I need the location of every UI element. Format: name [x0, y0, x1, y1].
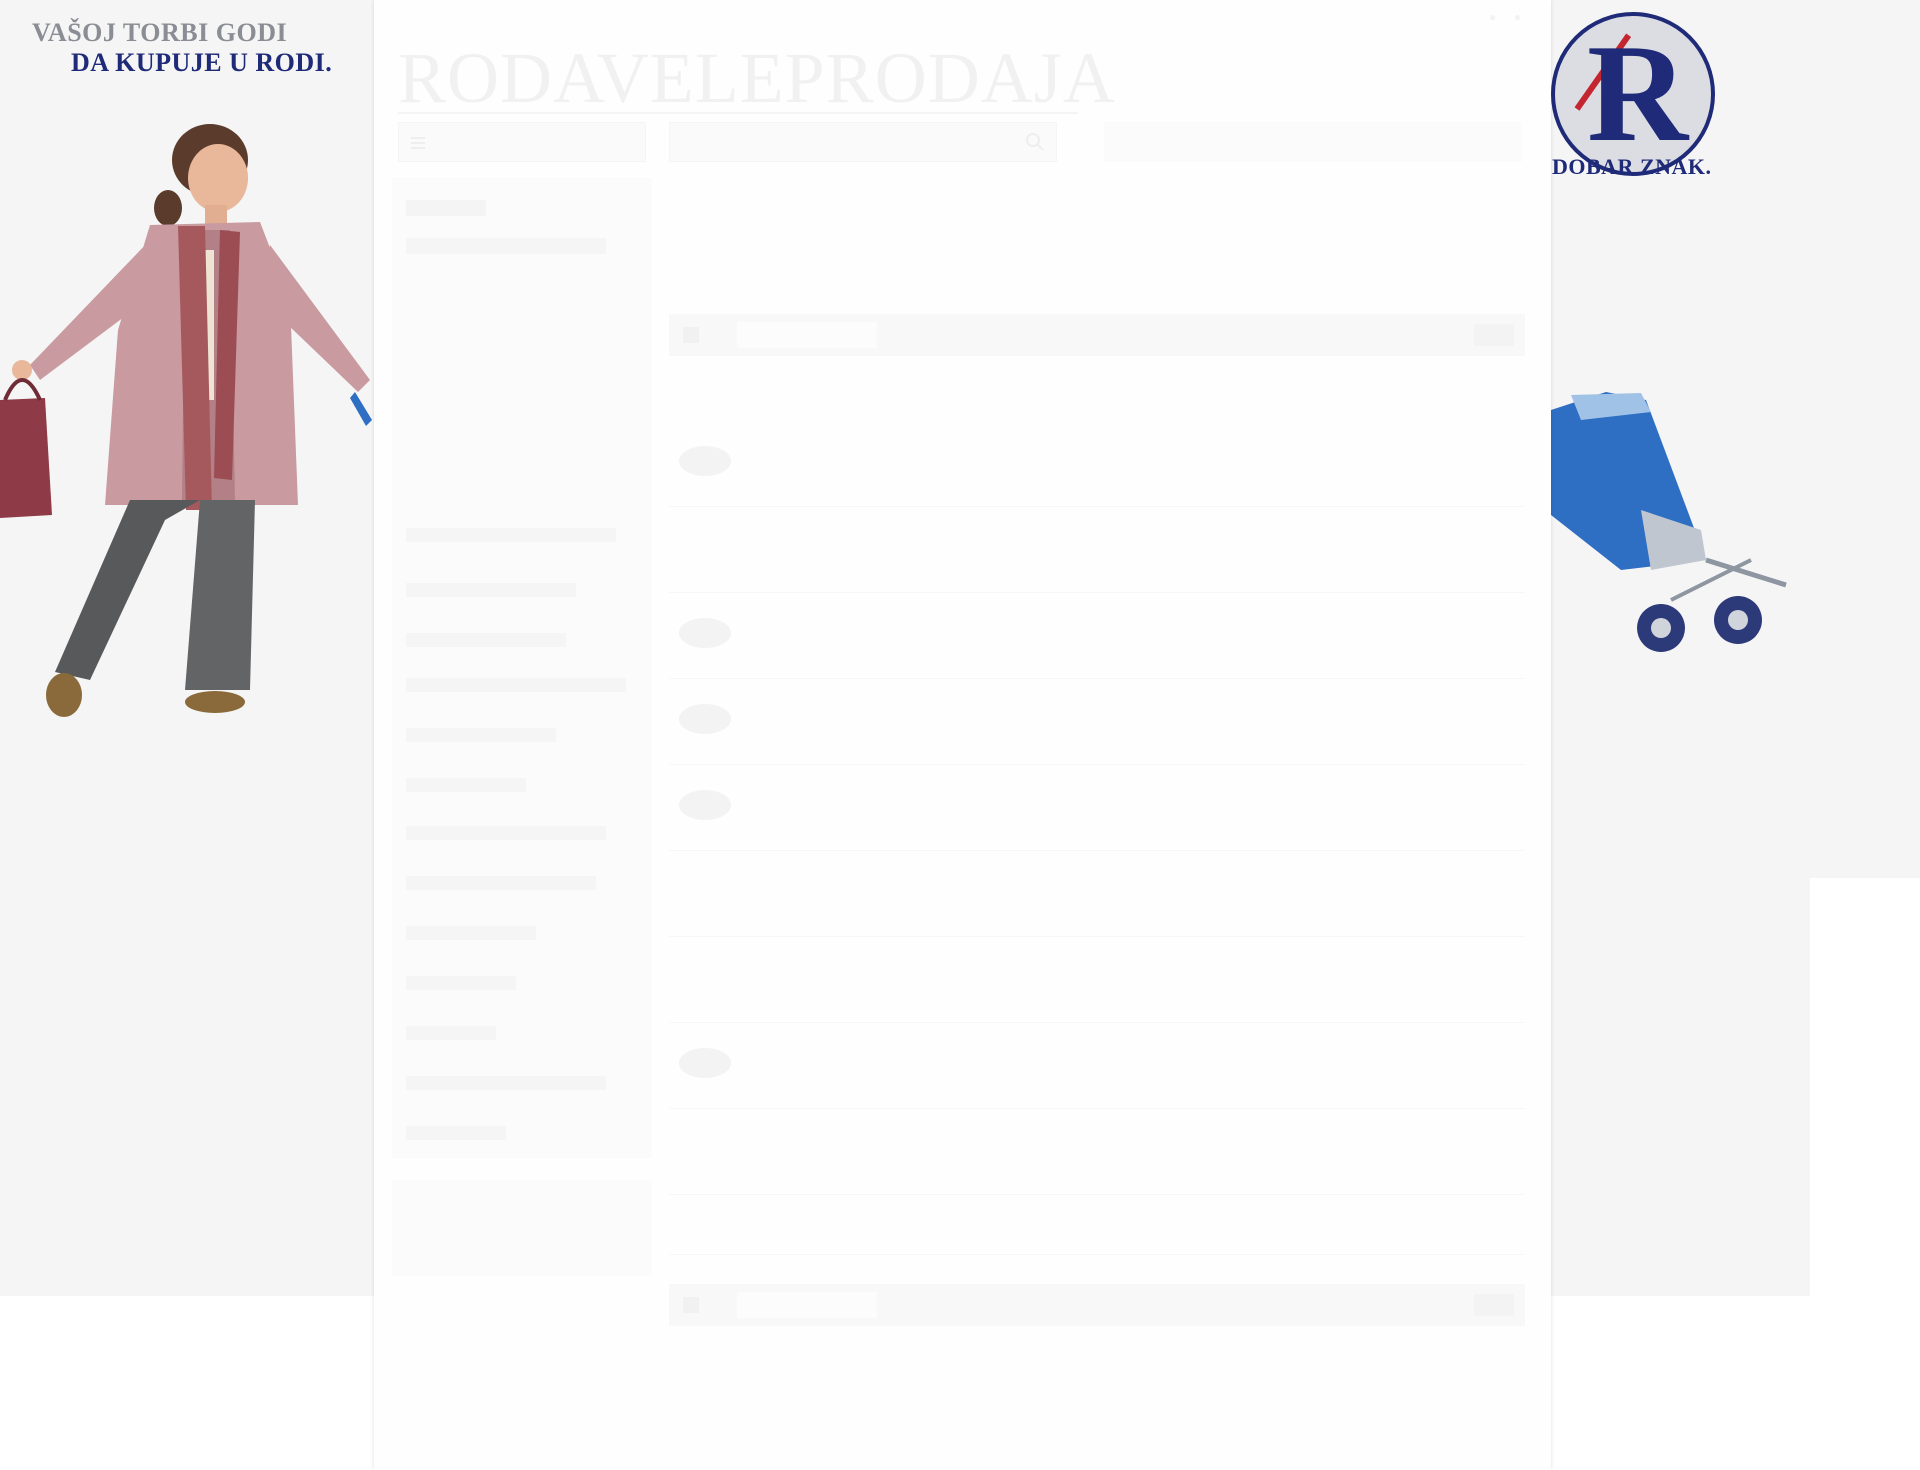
table-row[interactable] — [669, 1194, 1525, 1255]
sidebar-item[interactable] — [406, 633, 566, 647]
menu-icon — [411, 137, 425, 149]
view-toggle-button-bottom[interactable] — [1474, 1294, 1514, 1316]
sidebar-item[interactable] — [406, 826, 606, 840]
left-ad-banner[interactable]: VAŠOJ TORBI GODI DA KUPUJE U RODI. — [0, 0, 373, 730]
header-actions-bar[interactable] — [1104, 122, 1522, 162]
sidebar-item[interactable] — [406, 926, 536, 940]
table-row[interactable] — [669, 592, 1525, 679]
sidebar-heading-placeholder — [406, 200, 486, 216]
product-thumbnail[interactable] — [679, 618, 731, 648]
main-content-column: ● ● RODAVELEPRODAJA — [374, 0, 1551, 1470]
logo-letter: R — [1587, 16, 1689, 171]
sidebar-item[interactable] — [406, 1126, 506, 1140]
category-menu-button[interactable] — [398, 122, 646, 162]
table-row[interactable] — [669, 1022, 1525, 1109]
site-title[interactable]: RODAVELEPRODAJA — [398, 38, 1116, 118]
table-row[interactable] — [669, 420, 1525, 507]
table-row[interactable] — [669, 506, 1525, 593]
sidebar-item[interactable] — [406, 583, 576, 597]
search-input[interactable] — [669, 122, 1057, 162]
title-underline — [398, 112, 1078, 114]
sidebar-item[interactable] — [406, 678, 626, 692]
view-toggle-button[interactable] — [1474, 324, 1514, 346]
table-row[interactable] — [669, 764, 1525, 851]
sidebar-item[interactable] — [406, 976, 516, 990]
results-toolbar-top[interactable] — [669, 314, 1525, 356]
category-sidebar — [392, 178, 652, 1158]
product-thumbnail[interactable] — [679, 790, 731, 820]
sidebar-item[interactable] — [406, 1076, 606, 1090]
results-toolbar-bottom[interactable] — [669, 1284, 1525, 1326]
page-background-right — [1810, 0, 1920, 878]
table-row[interactable] — [669, 1108, 1525, 1195]
woman-with-handbag-illustration — [0, 124, 372, 717]
table-row[interactable] — [669, 678, 1525, 765]
select-all-checkbox[interactable] — [683, 327, 699, 343]
sidebar-promo-box[interactable] — [392, 1180, 652, 1276]
roda-logo-icon[interactable]: R — [1551, 12, 1715, 176]
cart-icon[interactable]: ● — [1514, 10, 1521, 24]
sidebar-item[interactable] — [406, 238, 606, 254]
table-row[interactable] — [669, 936, 1525, 1023]
product-thumbnail[interactable] — [679, 1048, 731, 1078]
user-icon[interactable]: ● — [1489, 10, 1496, 24]
sidebar-item[interactable] — [406, 728, 556, 742]
select-all-checkbox-bottom[interactable] — [683, 1297, 699, 1313]
sort-select-bottom[interactable] — [737, 1292, 877, 1318]
sidebar-item[interactable] — [406, 876, 596, 890]
search-icon[interactable] — [1024, 131, 1046, 153]
sidebar-item[interactable] — [406, 778, 526, 792]
product-thumbnail[interactable] — [679, 446, 731, 476]
table-row[interactable] — [669, 850, 1525, 937]
top-utility-links[interactable]: ● ● — [1489, 10, 1521, 24]
sidebar-item[interactable] — [406, 1026, 496, 1040]
sort-select[interactable] — [737, 322, 877, 348]
sidebar-item[interactable] — [406, 528, 616, 542]
product-thumbnail[interactable] — [679, 704, 731, 734]
logo-tagline: DOBAR ZNAK. — [1552, 154, 1712, 179]
